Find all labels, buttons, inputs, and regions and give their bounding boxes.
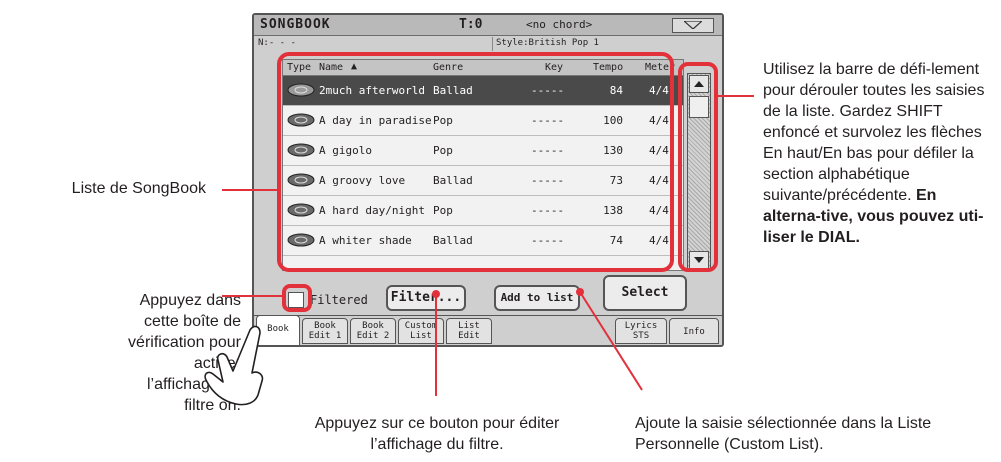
scroll-leader-line (718, 95, 754, 97)
style-field: Style:British Pop 1 (496, 38, 599, 48)
tab-info[interactable]: Info (669, 318, 719, 344)
filtered-label: Filtered (310, 293, 368, 307)
tab-book-edit-2[interactable]: Book Edit 2 (350, 318, 396, 344)
list-callout: Liste de SongBook (71, 180, 206, 197)
list-highlight (277, 52, 674, 272)
tab-custom-list[interactable]: Custom List (398, 318, 444, 344)
list-leader-line (222, 189, 278, 191)
filter-callout: Appuyez sur ce bouton pour éditer l’affi… (314, 415, 560, 453)
scrollbar-highlight (678, 62, 718, 272)
filter-leader-line (435, 296, 437, 396)
info-divider (492, 37, 493, 51)
add-callout: Ajoute la saisie sélectionnée dans la Li… (635, 415, 932, 453)
name-field: N:- - - (258, 38, 296, 48)
checkbox-leader-line (222, 295, 282, 297)
hand-pointer-icon (204, 325, 264, 406)
add-leader-line (576, 288, 643, 391)
song-info-row: N:- - - Style:British Pop 1 (256, 37, 718, 51)
checkbox-highlight (282, 284, 312, 312)
title-bar: SONGBOOK T:0 <no chord> (254, 15, 722, 36)
tempo-display: T:0 (459, 17, 483, 32)
chevron-down-icon (684, 21, 702, 29)
tab-book-edit-1[interactable]: Book Edit 1 (302, 318, 348, 344)
page-title: SONGBOOK (260, 17, 331, 32)
scroll-callout: Utilisez la barre de défi-lement pour dé… (763, 59, 995, 248)
filter-button[interactable]: Filter... (386, 285, 466, 311)
scroll-callout-text: Utilisez la barre de défi-lement pour dé… (763, 61, 985, 204)
tab-list-edit[interactable]: List Edit (446, 318, 492, 344)
chord-display: <no chord> (526, 18, 593, 31)
page-menu-button[interactable] (672, 18, 714, 33)
